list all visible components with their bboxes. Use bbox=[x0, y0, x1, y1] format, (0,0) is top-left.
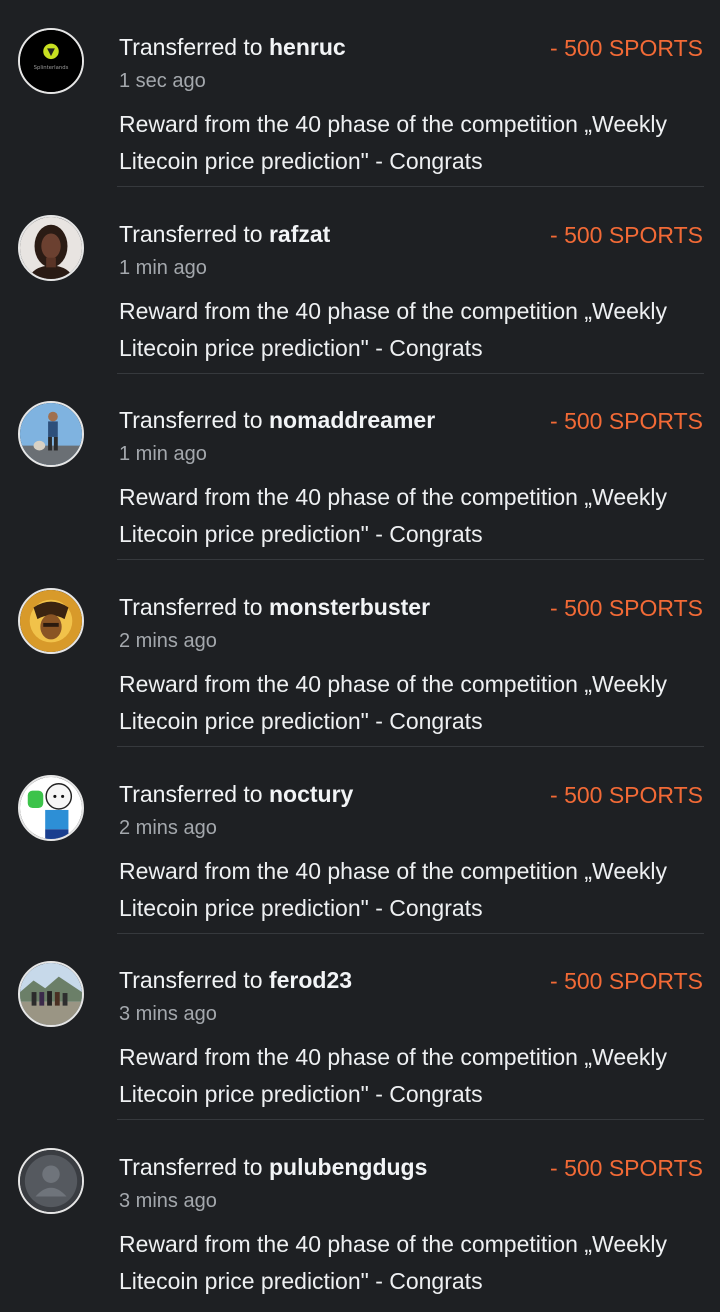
user-avatar[interactable] bbox=[18, 215, 84, 281]
transfer-prefix: Transferred to bbox=[119, 34, 269, 60]
user-avatar[interactable]: Splinterlands bbox=[18, 28, 84, 94]
transfer-memo: Reward from the 40 phase of the competit… bbox=[119, 298, 668, 361]
transfer-item[interactable]: Transferred to noctury - 500 SPORTS 2 mi… bbox=[0, 747, 720, 934]
svg-text:Splinterlands: Splinterlands bbox=[34, 65, 69, 71]
splinterlands-logo-icon: Splinterlands bbox=[20, 30, 82, 92]
transfer-memo: Reward from the 40 phase of the competit… bbox=[119, 671, 668, 734]
user-avatar[interactable] bbox=[18, 1148, 84, 1214]
recipient-username[interactable]: pulubengdugs bbox=[269, 1154, 427, 1180]
transfer-item[interactable]: Transferred to rafzat - 500 SPORTS 1 min… bbox=[0, 187, 720, 374]
transfer-title: Transferred to nomaddreamer bbox=[119, 405, 435, 435]
cartoon-character-icon bbox=[20, 777, 82, 839]
recipient-username[interactable]: noctury bbox=[269, 781, 353, 807]
transfer-timestamp: 1 min ago bbox=[119, 443, 207, 465]
user-avatar[interactable] bbox=[18, 588, 84, 654]
transfer-timestamp: 1 min ago bbox=[119, 257, 207, 279]
transfer-memo: Reward from the 40 phase of the competit… bbox=[119, 1044, 668, 1107]
transfer-title: Transferred to henruc bbox=[119, 32, 346, 62]
user-avatar[interactable] bbox=[18, 775, 84, 841]
transfer-memo: Reward from the 40 phase of the competit… bbox=[119, 484, 668, 547]
group-photo-icon bbox=[20, 963, 82, 1025]
transfer-memo: Reward from the 40 phase of the competit… bbox=[119, 111, 668, 174]
transfer-item[interactable]: Transferred to monsterbuster - 500 SPORT… bbox=[0, 560, 720, 747]
hiker-photo-icon bbox=[20, 403, 82, 465]
transfer-memo: Reward from the 40 phase of the competit… bbox=[119, 858, 668, 921]
transfer-amount: - 500 SPORTS bbox=[550, 595, 703, 621]
transfer-amount: - 500 SPORTS bbox=[550, 968, 703, 994]
transfer-title: Transferred to ferod23 bbox=[119, 965, 352, 995]
transfer-amount: - 500 SPORTS bbox=[550, 408, 703, 434]
transfer-title: Transferred to rafzat bbox=[119, 219, 330, 249]
transfer-timestamp: 3 mins ago bbox=[119, 1003, 217, 1025]
transfer-prefix: Transferred to bbox=[119, 594, 269, 620]
transfer-item[interactable]: Transferred to nomaddreamer - 500 SPORTS… bbox=[0, 373, 720, 560]
recipient-username[interactable]: ferod23 bbox=[269, 967, 352, 993]
user-avatar[interactable] bbox=[18, 401, 84, 467]
recipient-username[interactable]: nomaddreamer bbox=[269, 407, 435, 433]
transfer-memo: Reward from the 40 phase of the competit… bbox=[119, 1231, 668, 1294]
portrait-icon bbox=[20, 217, 82, 279]
transfer-prefix: Transferred to bbox=[119, 781, 269, 807]
transfer-prefix: Transferred to bbox=[119, 967, 269, 993]
transfer-amount: - 500 SPORTS bbox=[550, 35, 703, 61]
transfer-amount: - 500 SPORTS bbox=[550, 222, 703, 248]
transfer-title: Transferred to monsterbuster bbox=[119, 592, 430, 622]
recipient-username[interactable]: monsterbuster bbox=[269, 594, 430, 620]
transfer-amount: - 500 SPORTS bbox=[550, 1155, 703, 1181]
transfer-prefix: Transferred to bbox=[119, 221, 269, 247]
transfer-item[interactable]: Transferred to ferod23 - 500 SPORTS 3 mi… bbox=[0, 933, 720, 1120]
transfer-title: Transferred to noctury bbox=[119, 779, 353, 809]
transfer-prefix: Transferred to bbox=[119, 1154, 269, 1180]
recipient-username[interactable]: rafzat bbox=[269, 221, 330, 247]
transfer-item[interactable]: Splinterlands Transferred to henruc - 50… bbox=[0, 0, 720, 187]
transfer-prefix: Transferred to bbox=[119, 407, 269, 433]
transfer-amount: - 500 SPORTS bbox=[550, 782, 703, 808]
transfer-feed: Splinterlands Transferred to henruc - 50… bbox=[0, 0, 720, 1312]
transfer-timestamp: 1 sec ago bbox=[119, 70, 206, 92]
transfer-title: Transferred to pulubengdugs bbox=[119, 1152, 427, 1182]
transfer-item[interactable]: Transferred to pulubengdugs - 500 SPORTS… bbox=[0, 1120, 720, 1307]
recipient-username[interactable]: henruc bbox=[269, 34, 346, 60]
transfer-timestamp: 2 mins ago bbox=[119, 630, 217, 652]
transfer-timestamp: 2 mins ago bbox=[119, 817, 217, 839]
user-avatar[interactable] bbox=[18, 961, 84, 1027]
default-user-icon bbox=[20, 1150, 82, 1212]
artwork-icon bbox=[20, 590, 82, 652]
transfer-timestamp: 3 mins ago bbox=[119, 1190, 217, 1212]
